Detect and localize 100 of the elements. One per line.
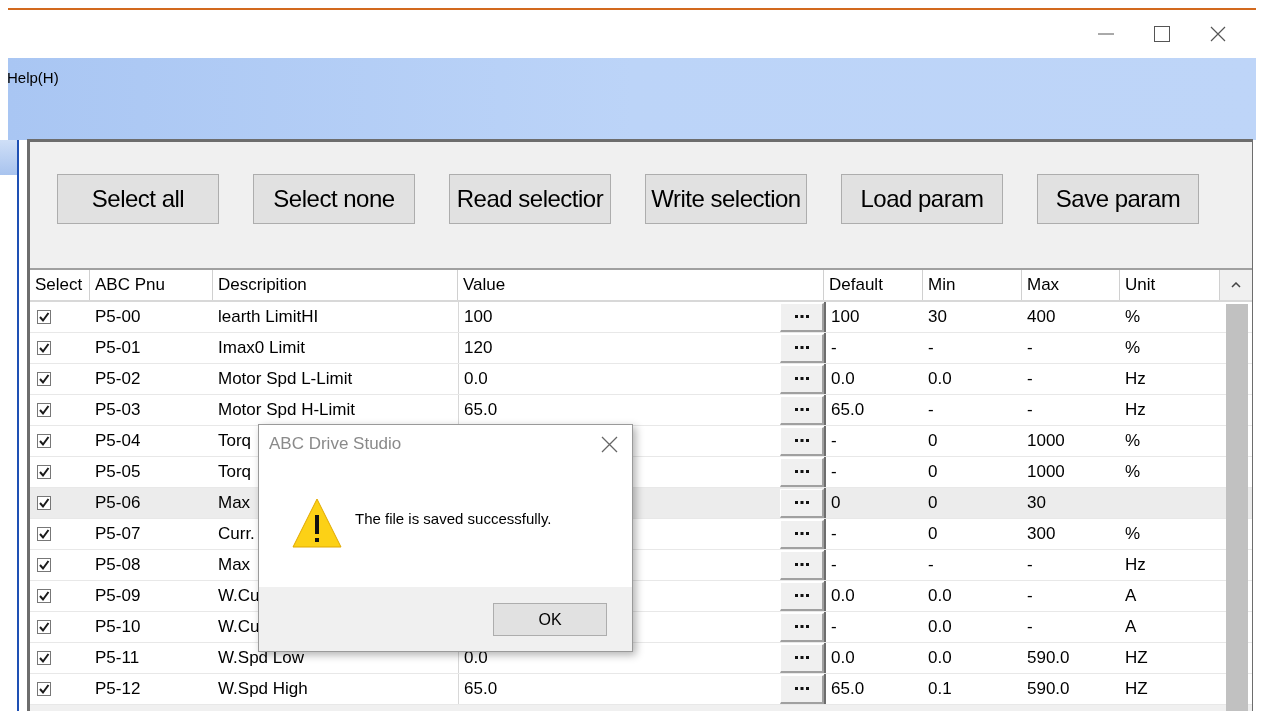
close-icon[interactable] [601, 435, 618, 453]
ellipsis-button[interactable] [780, 674, 824, 704]
table-cell-text: P5-09 [95, 585, 141, 608]
table-cell-text: - [928, 337, 934, 360]
column-header[interactable]: Select [35, 272, 83, 298]
table-row[interactable]: P5-02 Motor Spd L-Limit 0.0 0.0 0.0 - Hz [30, 364, 1252, 395]
table-row[interactable]: P5-01 Imax0 Limit 120 - - - % [30, 333, 1252, 364]
table-cell-text: - [928, 554, 934, 577]
ellipsis-button[interactable] [780, 302, 824, 332]
table-cell-text: 0.0 [928, 368, 952, 391]
table-cell-text: P5-03 [95, 399, 141, 422]
ellipsis-button[interactable] [780, 581, 824, 611]
table-cell-text: % [1125, 461, 1141, 484]
ellipsis-button[interactable] [780, 550, 824, 580]
checkbox[interactable] [37, 465, 51, 479]
checkbox[interactable] [37, 651, 51, 665]
checkbox[interactable] [37, 434, 51, 448]
table-cell-text: 30 [1027, 492, 1046, 515]
table-cell-text: 400 [1027, 306, 1056, 329]
table-cell-text: - [1027, 337, 1033, 360]
table-row[interactable]: P5-12 W.Spd High 65.0 65.0 0.1 590.0 HZ [30, 674, 1252, 705]
checkbox[interactable] [37, 558, 51, 572]
table-cell-text: A [1125, 585, 1137, 608]
table-cell-text: 65.0 [831, 678, 865, 701]
checkbox[interactable] [37, 341, 51, 355]
table-cell-text: 30 [928, 306, 947, 329]
table-row[interactable]: P5-00 learth LimitHI 100 100 30 400 % [30, 302, 1252, 333]
table-cell-text: P5-04 [95, 430, 141, 453]
ellipsis-icon [794, 377, 809, 380]
table-cell-text: 1000 [1027, 430, 1065, 453]
ellipsis-button[interactable] [780, 488, 824, 518]
table-cell-text: P5-08 [95, 554, 141, 577]
column-header[interactable]: Max [1027, 272, 1060, 298]
table-cell-text: P5-02 [95, 368, 141, 391]
table-cell-text: Torq [218, 461, 252, 484]
column-header[interactable]: Min [928, 272, 956, 298]
checkbox[interactable] [37, 589, 51, 603]
ellipsis-icon [794, 687, 809, 690]
checkbox[interactable] [37, 372, 51, 386]
ellipsis-button[interactable] [780, 612, 824, 642]
ellipsis-icon [794, 408, 809, 411]
table-cell-text: % [1125, 523, 1141, 546]
table-cell-text: 100 [831, 306, 860, 329]
table-cell-text: Hz [1125, 399, 1146, 422]
table-cell-text: HZ [1125, 678, 1148, 701]
toolbar-button[interactable]: Select all [57, 174, 219, 224]
ellipsis-icon [794, 470, 809, 473]
table-cell-text: Hz [1125, 368, 1146, 391]
column-header[interactable]: Value [463, 272, 506, 298]
ellipsis-button[interactable] [780, 395, 824, 425]
table-cell-text: 0 [928, 430, 938, 453]
checkbox[interactable] [37, 620, 51, 634]
table-cell-text: P5-11 [95, 647, 140, 670]
table-cell-text: - [831, 523, 837, 546]
scroll-up-icon[interactable] [1231, 282, 1241, 288]
table-cell-text: - [831, 430, 837, 453]
scrollbar-thumb[interactable] [1226, 304, 1248, 711]
table-cell-text: W.Spd High [218, 678, 308, 701]
menu-item[interactable]: Help(H) [7, 67, 59, 90]
table-cell-text: Motor Spd L-Limit [218, 368, 353, 391]
ellipsis-button[interactable] [780, 426, 824, 456]
toolbar-button[interactable]: Write selection [645, 174, 807, 224]
table-cell-text: - [1027, 554, 1033, 577]
toolbar-button[interactable]: Load param [841, 174, 1003, 224]
ellipsis-button[interactable] [780, 457, 824, 487]
ellipsis-button[interactable] [780, 519, 824, 549]
table-cell-text: 300 [1027, 523, 1056, 546]
table-cell-text: 0.0 [928, 616, 952, 639]
table-cell-text: W.Spd Low [218, 647, 304, 670]
table-cell-text: - [1027, 368, 1033, 391]
checkbox[interactable] [37, 682, 51, 696]
checkbox[interactable] [37, 310, 51, 324]
table-cell-text: 0.1 [928, 678, 952, 701]
table-cell-text: P5-00 [95, 306, 141, 329]
ellipsis-button[interactable] [780, 364, 824, 394]
table-row[interactable]: P5-03 Motor Spd H-Limit 65.0 65.0 - - Hz [30, 395, 1252, 426]
table-cell-text: P5-10 [95, 616, 141, 639]
table-cell-text: Max [218, 554, 251, 577]
table-cell-text: % [1125, 306, 1141, 329]
checkbox[interactable] [37, 496, 51, 510]
ellipsis-button[interactable] [780, 333, 824, 363]
table-cell-text: % [1125, 337, 1141, 360]
ellipsis-icon [794, 656, 809, 659]
checkbox[interactable] [37, 403, 51, 417]
maximize-icon[interactable] [1154, 26, 1170, 42]
column-header[interactable]: Unit [1125, 272, 1156, 298]
column-header[interactable]: Descripition [218, 272, 307, 298]
column-header[interactable]: ABC Pnu [95, 272, 165, 298]
column-header[interactable]: Default [829, 272, 883, 298]
ok-button[interactable]: OK [493, 603, 607, 636]
table-cell-text: 0 [831, 492, 841, 515]
checkbox[interactable] [37, 527, 51, 541]
toolbar-button[interactable]: Select none [253, 174, 415, 224]
ellipsis-button[interactable] [780, 643, 824, 673]
table-cell-text: 0 [928, 492, 938, 515]
toolbar-button[interactable]: Save param [1037, 174, 1199, 224]
table-cell-text: 0.0 [831, 647, 855, 670]
table-cell-text: learth LimitHI [218, 306, 319, 329]
toolbar-button[interactable]: Read selectior [449, 174, 611, 224]
close-icon[interactable] [1210, 26, 1226, 42]
